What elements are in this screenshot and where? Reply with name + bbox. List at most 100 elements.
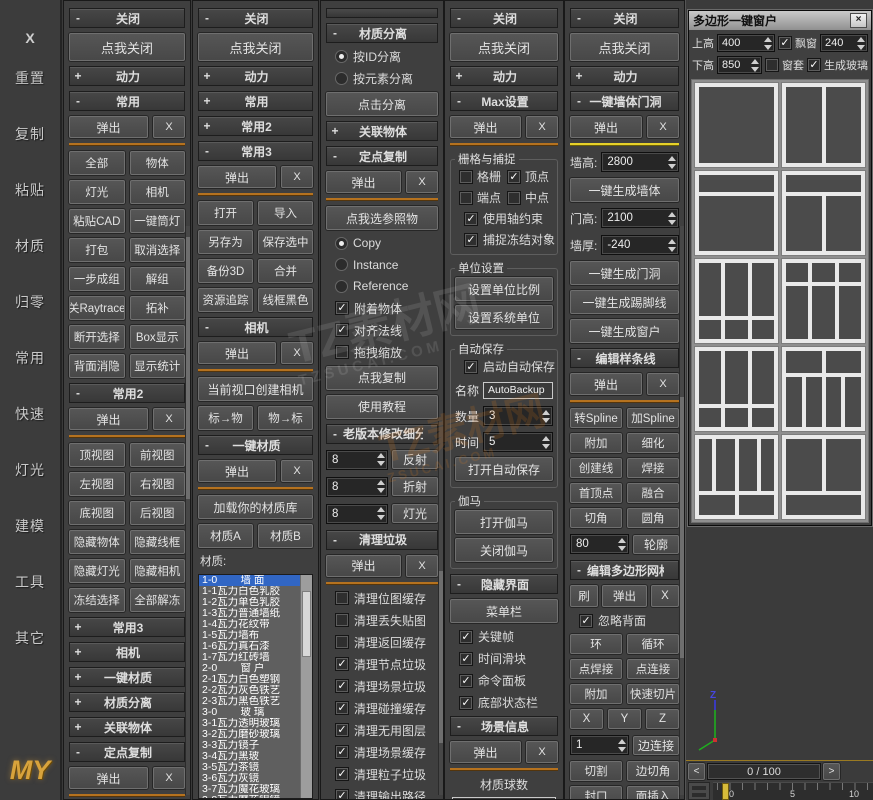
panel-button[interactable]: 点焊接: [570, 659, 622, 679]
rollup-header[interactable]: -一键墙体门洞: [570, 91, 679, 111]
spin-down-icon[interactable]: [668, 220, 676, 225]
list-item[interactable]: 2-0 窗 户: [199, 663, 312, 674]
spin-up-icon[interactable]: [377, 480, 385, 485]
panel-button[interactable]: 点我选参照物: [326, 206, 438, 230]
checkbox-option[interactable]: ✓忽略背面: [570, 612, 679, 629]
spin-up-icon[interactable]: [668, 212, 676, 217]
rollup-header[interactable]: +动力: [570, 66, 679, 86]
sidebar-item[interactable]: 粘贴: [15, 180, 45, 200]
rollup-header[interactable]: -定点复制: [326, 146, 438, 166]
panel-button[interactable]: 保存选中: [258, 230, 313, 254]
panel-button[interactable]: 点我关闭: [570, 33, 679, 61]
rollup-header[interactable]: +常用2: [198, 116, 313, 136]
panel-button[interactable]: 材质A: [198, 524, 253, 548]
scrollbar-thumb[interactable]: [439, 571, 443, 743]
list-item[interactable]: 3-2瓦力磨砂玻璃: [199, 729, 312, 740]
panel-button[interactable]: 隐藏线框: [130, 530, 186, 554]
panel-button[interactable]: 顶视图: [69, 443, 125, 467]
spinner-field[interactable]: 1: [570, 735, 629, 755]
spin-down-icon[interactable]: [377, 488, 385, 493]
checkbox-option[interactable]: 中点: [507, 189, 553, 206]
rollup-toggle-icon[interactable]: +: [199, 69, 215, 83]
spin-down-icon[interactable]: [618, 747, 626, 752]
spinner-arrows[interactable]: [374, 453, 387, 466]
radio-option[interactable]: 按元素分离: [326, 70, 438, 87]
rollup-toggle-icon[interactable]: +: [199, 119, 215, 133]
rollup-header[interactable]: -编辑样条线: [570, 348, 679, 368]
panel-button[interactable]: 材质B: [258, 524, 313, 548]
popout-button[interactable]: 弹出: [602, 585, 647, 607]
rollup-toggle-icon[interactable]: -: [451, 577, 467, 591]
popout-button[interactable]: 弹出: [326, 555, 401, 577]
rollup-toggle-icon[interactable]: +: [70, 645, 86, 659]
rollup-header[interactable]: -关闭: [198, 8, 313, 28]
rollup-toggle-icon[interactable]: -: [327, 427, 343, 441]
spinner-arrows[interactable]: [539, 436, 552, 449]
panel-scrollbar[interactable]: [185, 226, 190, 795]
rollup-toggle-icon[interactable]: +: [571, 69, 587, 83]
close-x-button[interactable]: X: [526, 741, 558, 763]
panel-button[interactable]: 循环: [627, 634, 679, 654]
rollup-toggle-icon[interactable]: -: [571, 351, 587, 365]
list-item[interactable]: 1-3瓦力普通墙纸: [199, 608, 312, 619]
panel-button[interactable]: 环: [570, 634, 622, 654]
make-glass-checkbox[interactable]: ✓: [807, 58, 821, 72]
rollup-toggle-icon[interactable]: +: [451, 69, 467, 83]
rollup-header[interactable]: +动力: [450, 66, 558, 86]
panel-button[interactable]: 隐藏物体: [69, 530, 125, 554]
rollup-header[interactable]: -相机: [198, 317, 313, 337]
radio-option[interactable]: Instance: [326, 257, 438, 274]
rollup-header[interactable]: +常用3: [69, 617, 185, 637]
checkbox-option[interactable]: 清理丢失贴图: [326, 612, 438, 629]
panel-button[interactable]: 物→标: [258, 406, 313, 430]
panel-button[interactable]: 使用教程: [326, 395, 438, 419]
panel-button[interactable]: 加Spline: [627, 408, 679, 428]
time-slider-thumb[interactable]: [722, 783, 729, 800]
panel-button[interactable]: 点连接: [627, 659, 679, 679]
sidebar-item[interactable]: 归零: [15, 292, 45, 312]
window-preset[interactable]: [694, 258, 779, 344]
list-item[interactable]: 3-5瓦力茶镜: [199, 762, 312, 773]
close-x-button[interactable]: X: [281, 166, 313, 188]
trackbar-filter-icon[interactable]: [688, 782, 710, 800]
checkbox-option[interactable]: 端点: [459, 189, 505, 206]
radio-option[interactable]: Copy: [326, 235, 438, 252]
panel-button[interactable]: 左视图: [69, 472, 125, 496]
spin-down-icon[interactable]: [618, 546, 626, 551]
close-x-button[interactable]: X: [526, 116, 558, 138]
panel-button[interactable]: 边连接: [633, 736, 679, 755]
spinner-field[interactable]: 8: [326, 477, 388, 497]
panel-button[interactable]: 灯光: [392, 504, 438, 523]
rollup-toggle-icon[interactable]: -: [70, 11, 86, 25]
checkbox-option[interactable]: ✓底部状态栏: [450, 694, 558, 711]
popout-button[interactable]: 弹出: [69, 116, 148, 138]
radio-option[interactable]: 按ID分离: [326, 48, 438, 65]
panel-button[interactable]: 背面消隐: [69, 354, 125, 378]
rollup-toggle-icon[interactable]: -: [571, 563, 587, 577]
popout-button[interactable]: 弹出: [570, 116, 642, 138]
window-preset[interactable]: [694, 346, 779, 432]
checkbox-option[interactable]: 拖拽缩放: [326, 344, 438, 361]
panel-button[interactable]: 一键筒灯: [130, 209, 186, 233]
popout-button[interactable]: 弹出: [570, 373, 642, 395]
dialog-titlebar[interactable]: 多边形一键窗户 ×: [689, 11, 871, 30]
checkbox-option[interactable]: ✓时间滑块: [450, 650, 558, 667]
sidebar-item[interactable]: 建模: [15, 516, 45, 536]
spin-down-icon[interactable]: [668, 164, 676, 169]
rollup-header[interactable]: -关闭: [450, 8, 558, 28]
window-preset[interactable]: [694, 82, 779, 168]
rollup-toggle-icon[interactable]: +: [70, 620, 86, 634]
list-item[interactable]: 1-4瓦力花纹带: [199, 619, 312, 630]
panel-button[interactable]: 创建线: [570, 458, 622, 478]
window-trim-checkbox[interactable]: [765, 58, 779, 72]
radio-option[interactable]: Reference: [326, 278, 438, 295]
panel-button[interactable]: 当前视口创建相机: [198, 377, 313, 401]
spinner-field[interactable]: 80: [570, 534, 629, 554]
rollup-toggle-icon[interactable]: -: [199, 144, 215, 158]
panel-button[interactable]: 轮廓: [633, 535, 679, 554]
list-item[interactable]: 1-0 墙 面: [199, 575, 312, 586]
rollup-header[interactable]: -老版本修改细分: [326, 424, 438, 444]
rollup-header[interactable]: -关闭: [570, 8, 679, 28]
panel-scrollbar[interactable]: [679, 226, 684, 795]
sidebar-item[interactable]: 重置: [15, 68, 45, 88]
